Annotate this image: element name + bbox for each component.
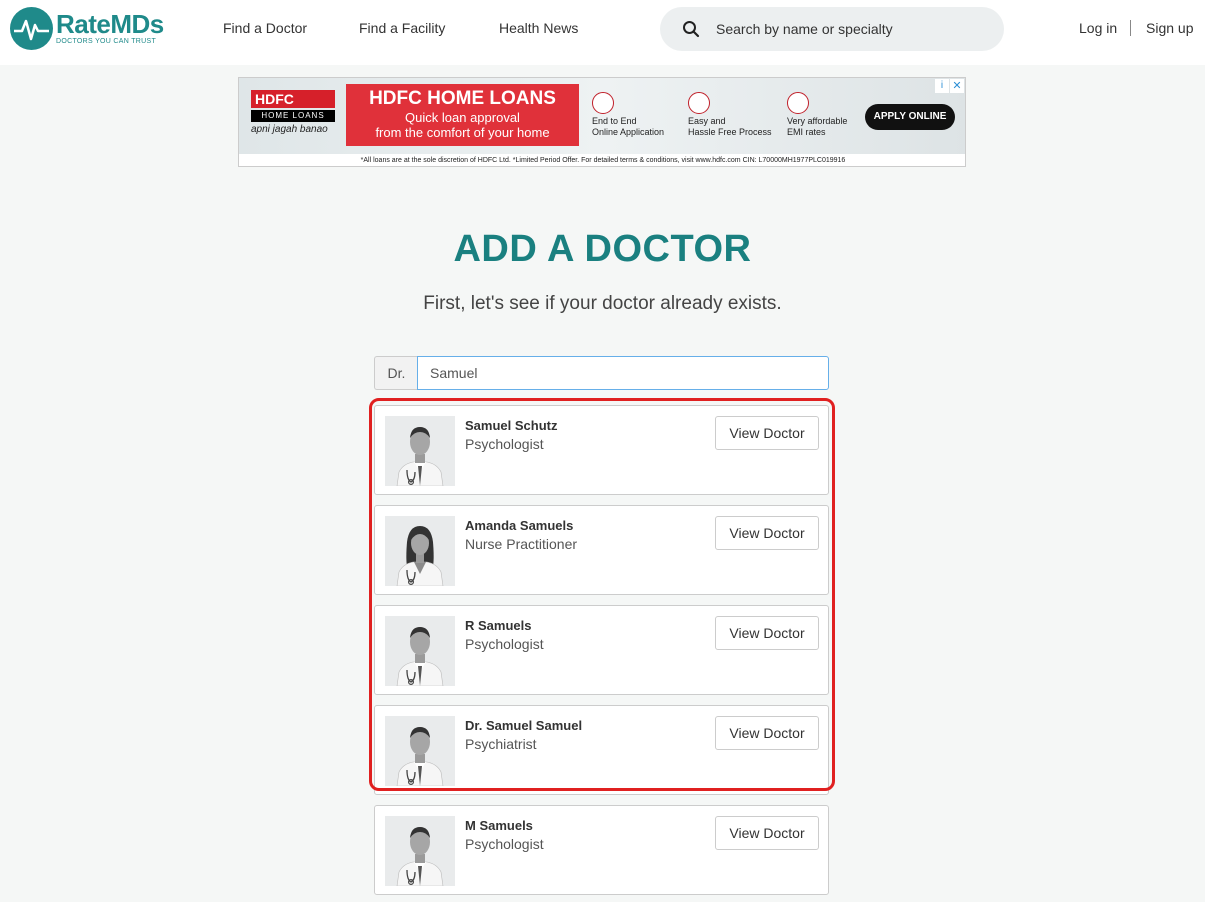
hdfc-logo: HDFC HOME LOANS apni jagah banao (251, 90, 335, 142)
view-doctor-button[interactable]: View Doctor (715, 416, 819, 450)
auth-divider (1130, 20, 1131, 36)
view-doctor-button[interactable]: View Doctor (715, 716, 819, 750)
hdfc-ad-banner[interactable]: HDFC HOME LOANS apni jagah banao HDFC HO… (238, 77, 966, 167)
nav-health-news[interactable]: Health News (499, 20, 578, 36)
nav-find-doctor[interactable]: Find a Doctor (223, 20, 307, 36)
ad-feature-3-line2: EMI rates (787, 127, 826, 137)
ad-feature-1-line1: End to End (592, 116, 637, 126)
ad-subline-1: Quick loan approval (405, 110, 520, 125)
male-doctor-avatar-icon (385, 816, 455, 886)
logo-wordmark: RateMDs (56, 9, 164, 39)
doctor-result-card[interactable]: Samuel Schutz Psychologist View Doctor (374, 405, 829, 495)
male-doctor-avatar-icon (385, 716, 455, 786)
ad-disclaimer: *All loans are at the sole discretion of… (239, 154, 965, 166)
search-placeholder: Search by name or specialty (716, 21, 893, 37)
hdfc-brand-tag: apni jagah banao (251, 124, 328, 135)
hand-icon (688, 92, 710, 114)
ad-apply-online-button[interactable]: APPLY ONLINE (865, 104, 955, 130)
ad-info-icon[interactable]: i (935, 79, 949, 93)
doctor-name-input[interactable] (417, 356, 829, 390)
view-doctor-button[interactable]: View Doctor (715, 516, 819, 550)
ad-feature-2-line2: Hassle Free Process (688, 127, 772, 137)
doctor-name-group: Dr. (374, 356, 829, 390)
signup-link[interactable]: Sign up (1146, 20, 1193, 36)
house-icon (787, 92, 809, 114)
doctor-specialty: Nurse Practitioner (465, 536, 578, 552)
ad-feature-1: End to End Online Application (592, 92, 664, 138)
header-search-box[interactable]: Search by name or specialty (660, 7, 1004, 51)
doctor-specialty: Psychologist (465, 836, 544, 852)
ad-subline-2: from the comfort of your home (375, 125, 550, 140)
male-doctor-avatar-icon (385, 616, 455, 686)
page-title: ADD A DOCTOR (453, 228, 752, 270)
female-doctor-avatar-icon (385, 516, 455, 586)
view-doctor-button[interactable]: View Doctor (715, 816, 819, 850)
hdfc-brand-sub: HOME LOANS (251, 110, 335, 122)
doctor-name: Amanda Samuels (465, 518, 574, 533)
laptop-icon (592, 92, 614, 114)
heartbeat-logo-icon (10, 7, 53, 50)
doctor-specialty: Psychologist (465, 436, 544, 452)
view-doctor-button[interactable]: View Doctor (715, 616, 819, 650)
ad-close-icon[interactable]: ✕ (950, 79, 964, 93)
male-doctor-avatar-icon (385, 416, 455, 486)
ad-feature-1-line2: Online Application (592, 127, 665, 137)
doctor-specialty: Psychiatrist (465, 736, 537, 752)
doctor-result-card[interactable]: Amanda Samuels Nurse Practitioner View Doc… (374, 505, 829, 595)
ad-headline: HDFC HOME LOANS (369, 88, 556, 109)
search-icon (683, 21, 700, 38)
site-header: RateMDs DOCTORS YOU CAN TRUST Find a Doc… (0, 0, 1205, 65)
dr-prefix-label: Dr. (374, 356, 418, 390)
nav-find-facility[interactable]: Find a Facility (359, 20, 445, 36)
ad-feature-3-line1: Very affordable (787, 116, 848, 126)
doctor-result-card[interactable]: R Samuels Psychologist View Doctor (374, 605, 829, 695)
hdfc-brand: HDFC (251, 90, 335, 108)
doctor-name: Dr. Samuel Samuel (465, 718, 583, 733)
doctor-result-card[interactable]: Dr. Samuel Samuel Psychiatrist View Doctor (374, 705, 829, 795)
ad-feature-3: Very affordable EMI rates (787, 92, 847, 138)
logo-tagline: DOCTORS YOU CAN TRUST (56, 38, 157, 45)
ad-feature-2-line1: Easy and (688, 116, 726, 126)
doctor-name: M Samuels (465, 818, 533, 833)
login-link[interactable]: Log in (1079, 20, 1117, 36)
page-subtitle: First, let's see if your doctor already … (423, 293, 782, 314)
ad-headline-box: HDFC HOME LOANS Quick loan approval from… (346, 84, 579, 146)
doctor-specialty: Psychologist (465, 636, 544, 652)
ad-feature-2: Easy and Hassle Free Process (688, 92, 772, 138)
ratemds-logo[interactable]: RateMDs DOCTORS YOU CAN TRUST (10, 7, 175, 51)
doctor-name: R Samuels (465, 618, 532, 633)
doctor-result-card[interactable]: M Samuels Psychologist View Doctor (374, 805, 829, 895)
doctor-name: Samuel Schutz (465, 418, 558, 433)
